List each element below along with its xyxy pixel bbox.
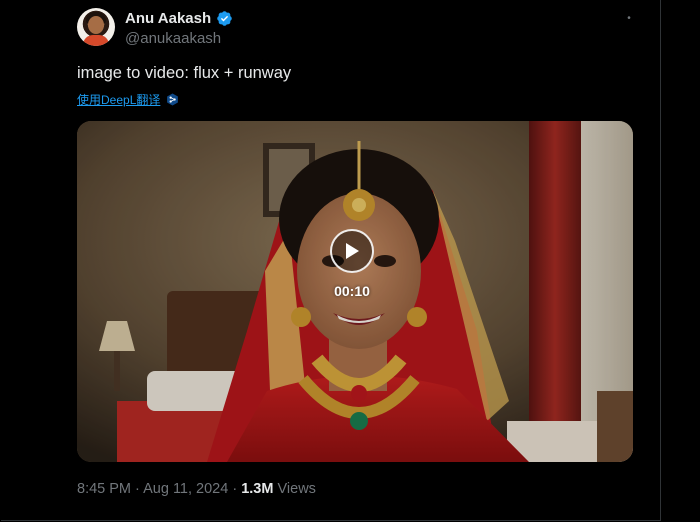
meta-separator: · [135, 481, 140, 497]
author-handle[interactable]: @anukaakash [125, 30, 221, 47]
translate-label[interactable]: 使用DeepL翻译 [77, 91, 160, 108]
play-button[interactable] [330, 229, 374, 273]
translate-link[interactable]: 使用DeepL翻译 [77, 91, 179, 108]
video-player[interactable]: 00:10 [77, 121, 633, 462]
avatar[interactable] [77, 8, 115, 46]
tweet-text: image to video: flux + runway [77, 64, 292, 82]
verified-badge-icon [217, 11, 232, 26]
views-count[interactable]: 1.3M [241, 481, 273, 497]
views-label: Views [277, 481, 316, 497]
tweet-time[interactable]: 8:45 PM [77, 481, 131, 497]
tweet-meta: 8:45 PM · Aug 11, 2024 · 1.3M Views [77, 481, 316, 497]
more-options-icon[interactable]: • [622, 12, 636, 26]
deepl-icon [167, 93, 179, 106]
author-display-name[interactable]: Anu Aakash [125, 10, 211, 27]
meta-separator: · [232, 481, 238, 497]
tweet-date[interactable]: Aug 11, 2024 [143, 481, 228, 497]
play-icon [346, 243, 359, 259]
video-duration: 00:10 [334, 283, 370, 299]
